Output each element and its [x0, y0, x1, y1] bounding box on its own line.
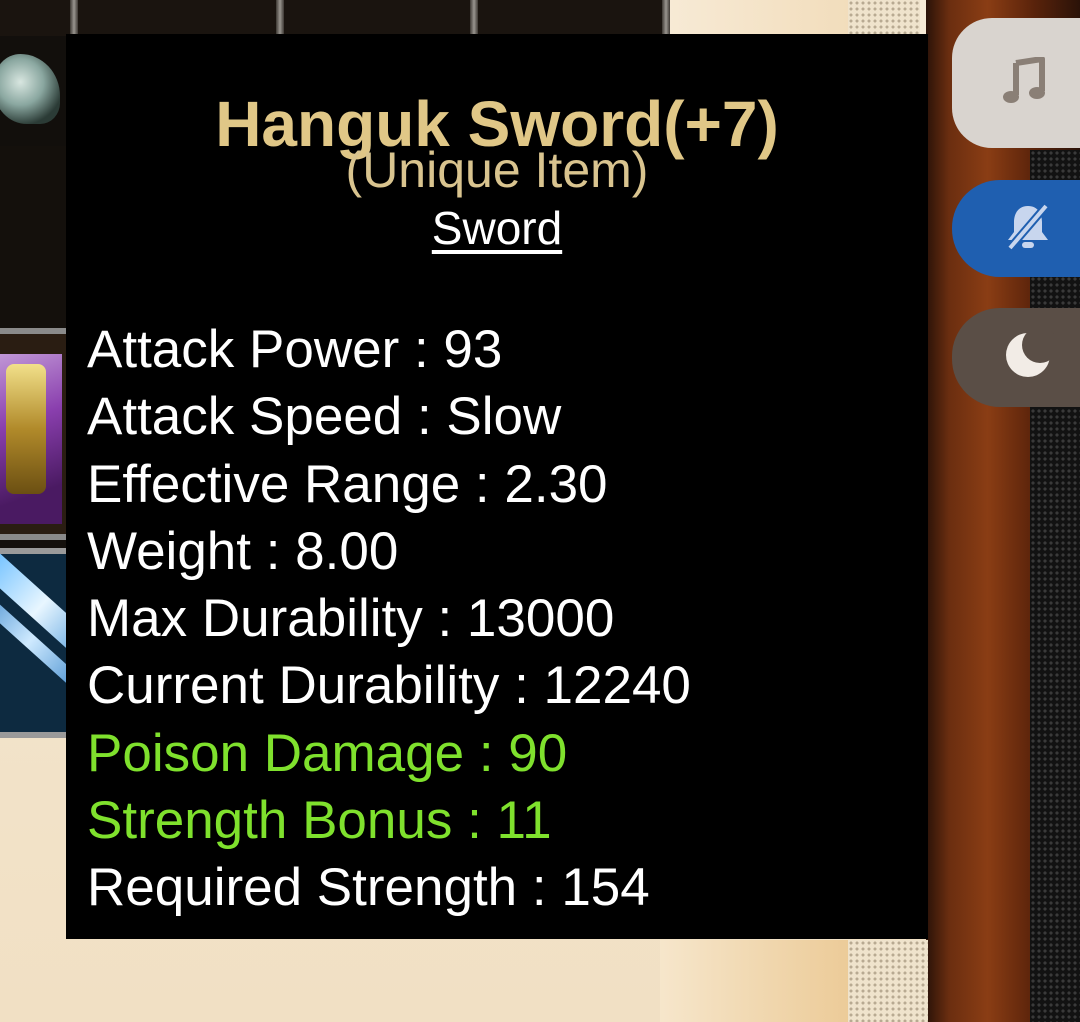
- stat-max-durability: Max Durability : 13000: [87, 589, 615, 649]
- stat-poison-damage: Poison Damage : 90: [87, 723, 568, 783]
- gold-trim: [6, 364, 46, 494]
- game-screen: Hanguk Sword(+7) (Unique Item) Sword Att…: [0, 0, 1080, 1022]
- stat-required-strength: Required Strength : 154: [87, 858, 650, 918]
- frame-mesh: [1030, 150, 1080, 1022]
- background-panel: [660, 940, 850, 1022]
- item-rarity: (Unique Item): [345, 142, 649, 198]
- frame-bar: [470, 0, 478, 34]
- item-type: Sword: [431, 202, 563, 254]
- frame-bar: [276, 0, 284, 34]
- bell-off-icon: [1002, 200, 1054, 257]
- stat-strength-bonus: Strength Bonus : 11: [87, 791, 552, 851]
- moon-icon: [1002, 327, 1058, 386]
- inventory-top-border: [0, 0, 680, 36]
- inventory-slot-armor[interactable]: [0, 328, 70, 540]
- music-note-icon: [1002, 55, 1046, 110]
- inventory-slot-weapon[interactable]: [0, 548, 70, 738]
- item-stats-list: Attack Power : 93 Attack Speed : Slow Ef…: [87, 316, 691, 922]
- frame-bar: [662, 0, 670, 34]
- stat-attack-power: Attack Power : 93: [87, 320, 503, 379]
- stat-attack-speed: Attack Speed : Slow: [87, 387, 562, 447]
- inventory-slot-pet[interactable]: [0, 36, 70, 146]
- stat-effective-range: Effective Range : 2.30: [87, 454, 608, 514]
- night-mode-button[interactable]: [952, 308, 1080, 407]
- stat-current-durability: Current Durability : 12240: [87, 656, 691, 716]
- notifications-toggle-button[interactable]: [952, 180, 1080, 277]
- item-tooltip: Hanguk Sword(+7) (Unique Item) Sword Att…: [66, 34, 928, 939]
- background-pattern: [848, 940, 928, 1022]
- music-toggle-button[interactable]: [952, 18, 1080, 148]
- background-pattern: [848, 0, 920, 36]
- stat-weight: Weight : 8.00: [87, 521, 399, 581]
- pet-item-icon: [0, 54, 60, 124]
- frame-bar: [70, 0, 78, 34]
